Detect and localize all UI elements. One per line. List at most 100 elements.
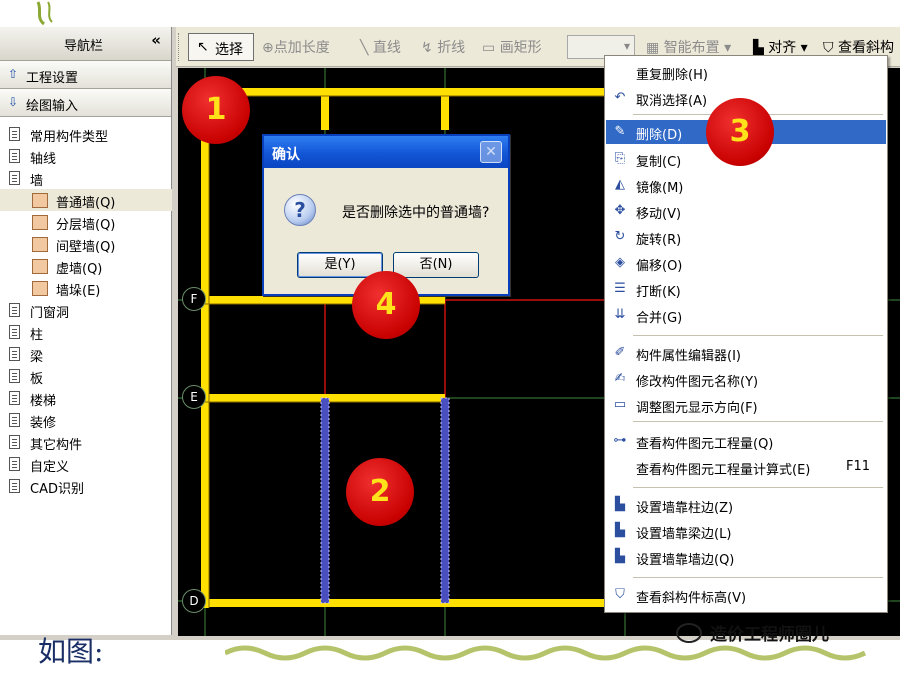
menu-item[interactable]: ✐ 构件属性编辑器(I) — [606, 341, 886, 365]
menu-item[interactable]: ☰ 打断(K) — [606, 277, 886, 301]
tree-item[interactable]: CAD识别 — [0, 475, 172, 497]
menu-shortcut: F11 — [845, 459, 870, 474]
menu-item-label: 合并(G) — [636, 311, 683, 326]
polyline-button[interactable]: ↯ 折线 — [421, 37, 465, 57]
menu-item-label: 取消选择(A) — [636, 94, 708, 109]
menu-item[interactable]: ▙ 设置墙靠墙边(Q) — [606, 545, 886, 569]
nav-section-project-settings[interactable]: ⇧ 工程设置 — [0, 61, 171, 89]
tree-item-label: 墙垛(E) — [56, 284, 101, 299]
align-icon: ▙ — [615, 523, 625, 538]
menu-item-label: 查看斜构件标高(V) — [636, 591, 747, 606]
menu-item[interactable]: ▙ 设置墙靠柱边(Z) — [606, 493, 886, 517]
menu-item[interactable]: ⊶ 查看构件图元工程量(Q) — [606, 429, 886, 453]
menu-item[interactable]: ⇊ 合并(G) — [606, 303, 886, 327]
tree-item-label: 分层墙(Q) — [56, 218, 116, 233]
select-button[interactable]: ↖ 选择 — [188, 33, 254, 61]
tree-item[interactable]: 柱 — [0, 321, 172, 343]
close-icon[interactable]: ✕ — [480, 141, 502, 163]
menu-item[interactable]: 重复删除(H) — [606, 60, 886, 84]
decorative-squiggle — [225, 645, 867, 661]
menu-item-label: 构件属性编辑器(I) — [636, 349, 741, 364]
top-decoration — [36, 1, 53, 26]
nav-header: 导航栏 « — [0, 27, 171, 61]
merge-icon: ⇊ — [614, 307, 626, 322]
view-slope-button[interactable]: ⛉ 查看斜构 — [823, 37, 894, 57]
tree-item[interactable]: 楼梯 — [0, 387, 172, 409]
no-button[interactable]: 否(N) — [393, 252, 479, 278]
align-button[interactable]: ▙ 对齐 ▾ — [753, 37, 808, 57]
tree-item[interactable]: 墙垛(E) — [0, 277, 172, 299]
menu-item[interactable]: ↻ 旋转(R) — [606, 225, 886, 249]
tree-item[interactable]: 板 — [0, 365, 172, 387]
align-icon: ▙ — [615, 549, 625, 564]
tree-item[interactable]: 常用构件类型 — [0, 123, 172, 145]
mirror-icon: ◭ — [615, 177, 625, 192]
point-length-button[interactable]: ⊕点加长度 — [262, 37, 330, 57]
document-icon — [9, 171, 20, 185]
tree-item[interactable]: 自定义 — [0, 453, 172, 475]
menu-item-label: 复制(C) — [636, 155, 682, 170]
line-button[interactable]: ╲ 直线 — [360, 37, 401, 57]
dialog-message: 是否删除选中的普通墙? — [342, 205, 490, 221]
undo-icon: ↶ — [614, 90, 626, 105]
menu-separator — [633, 335, 883, 336]
polyline-icon: ↯ — [421, 40, 433, 56]
tree-item[interactable]: 间壁墙(Q) — [0, 233, 172, 255]
menu-item-label: 旋转(R) — [636, 233, 682, 248]
collapse-icon[interactable]: « — [151, 31, 161, 49]
nav-section-drawing-input[interactable]: ⇩ 绘图输入 — [0, 89, 171, 117]
smart-layout-button[interactable]: ▦ 智能布置 ▾ — [646, 37, 731, 57]
rectangle-button[interactable]: ▭ 画矩形 — [482, 37, 542, 57]
tree-item[interactable]: 其它构件 — [0, 431, 172, 453]
nav-title: 导航栏 — [64, 39, 104, 54]
grid-icon: ▦ — [646, 40, 660, 56]
nav-section-label: 工程设置 — [26, 71, 79, 86]
wall-type-icon — [32, 215, 48, 230]
nav-section-label: 绘图输入 — [26, 99, 79, 114]
document-icon — [9, 347, 20, 361]
menu-item[interactable]: ⛉ 查看斜构件标高(V) — [606, 583, 886, 607]
eraser-icon: ✎ — [614, 124, 626, 139]
question-icon: ? — [284, 194, 316, 226]
menu-item-label: 重复删除(H) — [636, 68, 708, 83]
tree-item-label: 柱 — [30, 328, 44, 343]
menu-item-label: 查看构件图元工程量计算式(E) — [636, 463, 811, 478]
tree-item-label: 虚墙(Q) — [56, 262, 103, 277]
tree-item[interactable]: 虚墙(Q) — [0, 255, 172, 277]
tree-item[interactable]: 门窗洞 — [0, 299, 172, 321]
tree-item[interactable]: 梁 — [0, 343, 172, 365]
menu-separator — [633, 421, 883, 422]
document-icon — [9, 413, 20, 427]
menu-item[interactable]: ▙ 设置墙靠梁边(L) — [606, 519, 886, 543]
toolbar-grip[interactable] — [178, 33, 181, 61]
wechat-icon — [676, 623, 702, 643]
menu-item[interactable]: ◭ 镜像(M) — [606, 173, 886, 197]
tree-item-label: 自定义 — [30, 460, 70, 475]
callout-2: 2 — [346, 458, 414, 526]
menu-item[interactable]: ▭ 调整图元显示方向(F) — [606, 393, 886, 417]
menu-item[interactable]: 查看构件图元工程量计算式(E) F11 — [606, 455, 886, 479]
tree-item[interactable]: 装修 — [0, 409, 172, 431]
offset-icon: ◈ — [615, 255, 625, 270]
tree-item[interactable]: 分层墙(Q) — [0, 211, 172, 233]
break-icon: ☰ — [614, 281, 626, 296]
menu-item-label: 查看构件图元工程量(Q) — [636, 437, 774, 452]
document-icon — [9, 303, 20, 317]
tree-item-label: CAD识别 — [30, 482, 84, 497]
down-arrow-icon: ⇩ — [8, 95, 19, 109]
menu-item[interactable]: ◈ 偏移(O) — [606, 251, 886, 275]
tree-item[interactable]: 墙 — [0, 167, 172, 189]
dialog-title: 确认 — [272, 147, 300, 163]
wall-type-icon — [32, 281, 48, 296]
tree-item-label: 轴线 — [30, 152, 57, 167]
menu-item-label: 设置墙靠柱边(Z) — [636, 501, 734, 516]
tree-item-label: 墙 — [30, 174, 44, 189]
dialog-titlebar[interactable]: 确认 ✕ — [264, 136, 508, 168]
menu-separator — [633, 577, 883, 578]
menu-item[interactable]: ✥ 移动(V) — [606, 199, 886, 223]
wall-type-icon — [32, 193, 48, 208]
menu-item-label: 修改构件图元名称(Y) — [636, 375, 759, 390]
tree-item[interactable]: 普通墙(Q) — [0, 189, 172, 211]
tree-item[interactable]: 轴线 — [0, 145, 172, 167]
menu-item[interactable]: ✍ 修改构件图元名称(Y) — [606, 367, 886, 391]
